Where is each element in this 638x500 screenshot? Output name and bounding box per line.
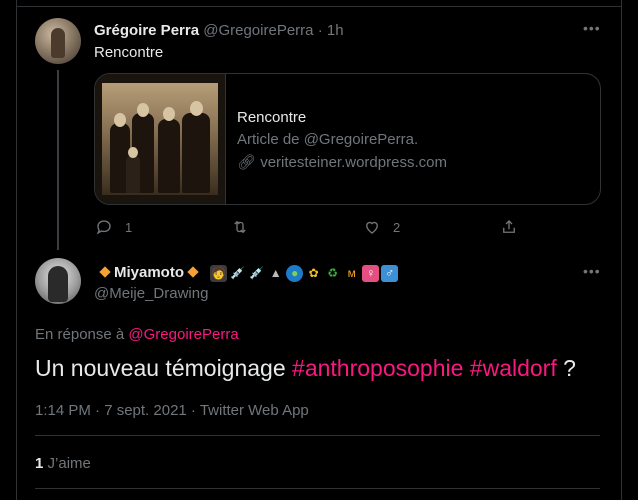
tweet-text: Rencontre [94, 44, 164, 61]
tweet-timestamp[interactable]: 1:14 PM · 7 sept. 2021 · Twitter Web App [35, 402, 309, 419]
likes-summary[interactable]: 1 J’aime [35, 455, 91, 472]
hashtag-link[interactable]: #anthroposophie [292, 355, 463, 381]
share-button[interactable] [500, 218, 518, 236]
divider [16, 6, 621, 7]
scientist-emoji-icon: 🧑 [210, 264, 228, 282]
diamond-icon [99, 266, 111, 278]
syringe-icon: 💉 [230, 265, 246, 280]
share-icon [503, 220, 515, 233]
replying-handle[interactable]: @GregoirePerra [128, 326, 238, 343]
retweet-icon [234, 220, 246, 234]
hashtag-link[interactable]: #waldorf [470, 355, 557, 381]
mountain-icon: ▲ [269, 265, 282, 280]
thread-line [57, 70, 59, 250]
author-handle[interactable]: @GregoirePerra [203, 22, 313, 39]
like-count: 1 [35, 455, 44, 472]
avatar[interactable] [35, 18, 81, 64]
divider [35, 488, 600, 489]
card-subtitle: Article de @GregoirePerra. [237, 131, 419, 148]
reply-button[interactable]: 1 [95, 218, 132, 236]
recycle-icon: ♻ [327, 265, 339, 280]
tweet-text: Un nouveau témoignage #anthroposophie #w… [35, 355, 576, 382]
name-emojis: 🧑 💉 💉 ▲ ● ✿ ♻ ᴍ ♀ ♂ [210, 264, 399, 282]
replying-to: En réponse à @GregoirePerra [35, 326, 239, 343]
more-icon[interactable]: ••• [583, 263, 601, 279]
diamond-icon [187, 266, 199, 278]
author-handle[interactable]: @Meije_Drawing [94, 285, 208, 302]
tweet-header: Miyamoto 🧑 💉 💉 ▲ ● ✿ ♻ ᴍ ♀ ♂ [96, 264, 399, 282]
card-link[interactable]: 🔗︎ veritesteiner.wordpress.com [237, 153, 447, 171]
author-name[interactable]: Miyamoto [114, 264, 184, 281]
syringe-icon: 💉 [249, 265, 265, 280]
male-sign-icon: ♂ [381, 264, 399, 282]
like-button[interactable]: 2 [363, 218, 400, 236]
tweet-text-plain: Un nouveau témoignage [35, 355, 286, 381]
globe-icon: ● [286, 264, 304, 282]
like-label: J’aime [47, 455, 91, 472]
tweet-text-end: ? [563, 355, 576, 381]
tweet-time[interactable]: 1h [327, 22, 344, 39]
retweet-button[interactable] [231, 218, 261, 236]
orange-m-icon: ᴍ [347, 265, 356, 280]
reply-icon [96, 220, 111, 235]
divider [35, 435, 600, 436]
card-image [95, 74, 226, 204]
link-icon: 🔗︎ [237, 154, 257, 171]
separator-dot: · [317, 22, 323, 39]
sunflower-icon: ✿ [308, 265, 319, 280]
female-sign-icon: ♀ [362, 264, 380, 282]
avatar[interactable] [35, 258, 81, 304]
more-icon[interactable]: ••• [583, 20, 601, 36]
tweet-header: Grégoire Perra @GregoirePerra · 1h [94, 22, 344, 39]
heart-icon [366, 221, 378, 234]
reply-count: 1 [125, 219, 133, 235]
link-card[interactable]: Rencontre Article de @GregoirePerra. 🔗︎ … [94, 73, 601, 205]
replying-label: En réponse à [35, 326, 125, 343]
author-name[interactable]: Grégoire Perra [94, 22, 199, 39]
like-count: 2 [393, 219, 401, 235]
card-domain[interactable]: veritesteiner.wordpress.com [260, 154, 447, 171]
card-title: Rencontre [237, 109, 307, 126]
